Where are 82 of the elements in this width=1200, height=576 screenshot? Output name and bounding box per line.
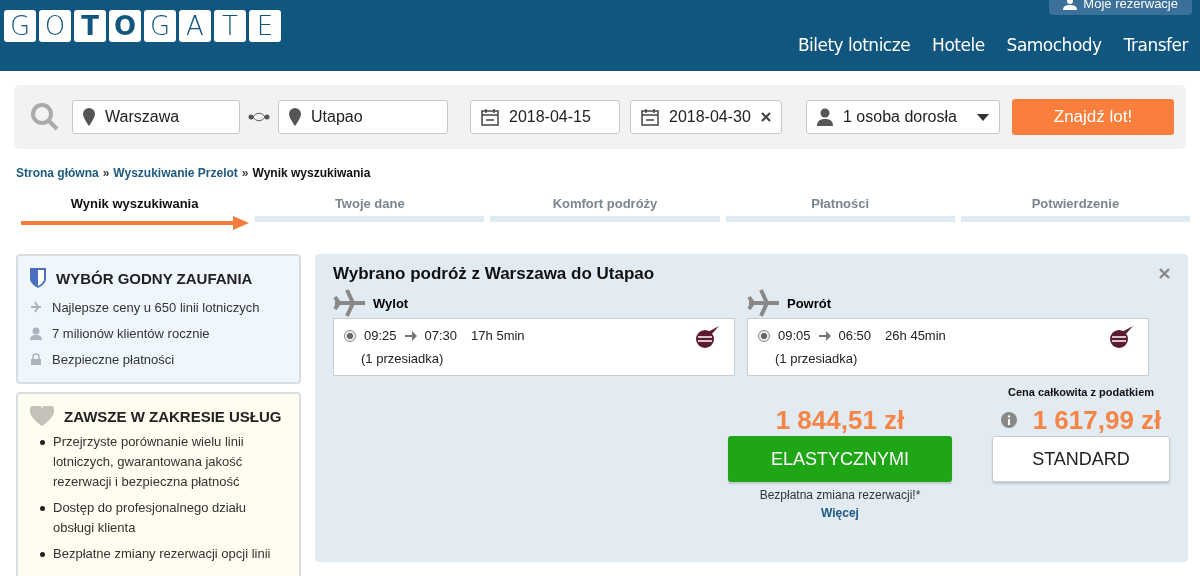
calendar-icon	[641, 108, 659, 126]
arrow-icon	[404, 330, 417, 341]
bullet-icon	[40, 440, 45, 445]
progress-step: Wynik wyszukiwania	[70, 196, 199, 211]
standard-fare-button[interactable]: STANDARD	[992, 436, 1170, 482]
flight-card[interactable]: 09:05 06:50 26h 45min (1 przesiadka)	[747, 318, 1149, 376]
progress-step: Płatności	[811, 196, 870, 211]
origin-field[interactable]: Warszawa	[72, 100, 240, 134]
logo-letter-tile: E	[249, 10, 281, 42]
fare-note: Bezpłatna zmiana rezerwacji!*	[759, 488, 921, 502]
service-item: Dostęp do profesjonalnego działu obsługi klienta	[53, 499, 247, 537]
breadcrumb-link[interactable]: Wyszukiwanie Przelot	[113, 166, 238, 180]
search-icon	[30, 102, 60, 132]
logo-letter-tile: G	[144, 10, 176, 42]
person-icon	[817, 108, 833, 126]
logo-letter-tile: A	[179, 10, 211, 42]
plane-icon	[333, 288, 367, 318]
heart-icon	[30, 406, 54, 426]
nav-link[interactable]: Transfer	[1123, 35, 1188, 55]
stops-text: (1 przesiadka)	[775, 351, 859, 366]
trust-item: Najlepsze ceny u 650 linii lotniczych	[52, 299, 260, 315]
logo-letter-tile: G	[4, 10, 36, 42]
panel-title: Wybrano podróż z Warszawa do Utapao	[333, 264, 655, 284]
plane-icon	[747, 288, 781, 318]
logo-letter-tile: T	[214, 10, 246, 42]
duration: 26h 45min	[885, 328, 946, 343]
nav-link[interactable]: Samochody	[1006, 35, 1102, 55]
total-price-label: Cena całkowita z podatkiem	[1007, 386, 1155, 400]
price: 1 617,99 zł	[1032, 404, 1162, 436]
breadcrumb-current[interactable]: Wynik wyszukiwania	[252, 166, 371, 180]
airline-logo-icon	[694, 325, 720, 349]
arrival-time: 06:50	[838, 328, 872, 343]
breadcrumb-link[interactable]: Strona główna	[16, 166, 99, 180]
service-item: Przejrzyste porównanie wielu linii lotniczych, gwarantowana jakość rezerwacji i bezpieczna płatność	[53, 433, 245, 491]
logo-letter-tile: T	[74, 10, 106, 42]
duration: 17h 5min	[471, 328, 525, 343]
logo-letter-tile: O	[39, 10, 71, 42]
plane-icon	[30, 301, 42, 313]
return-date-field[interactable]: 2018-04-30	[630, 100, 782, 134]
departure-time: 09:25	[364, 328, 397, 343]
shield-icon	[30, 268, 46, 288]
service-item: Bezpłatne zmiany rezerwacji opcji linii	[53, 545, 271, 563]
swap-icon	[248, 110, 270, 124]
radio-button[interactable]	[758, 329, 770, 342]
card-title: WYBÓR GODNY ZAUFANIA	[56, 269, 253, 287]
radio-button[interactable]	[344, 329, 356, 342]
close-icon[interactable]	[1159, 268, 1170, 279]
lock-icon	[30, 353, 42, 365]
leg-label: Wylot	[373, 295, 409, 311]
departure-time: 09:05	[778, 328, 811, 343]
clear-icon[interactable]	[761, 112, 771, 122]
calendar-icon	[481, 108, 499, 126]
trust-item: Bezpieczne płatności	[52, 351, 175, 367]
person-icon	[30, 326, 42, 340]
breadcrumb-separator: »	[241, 166, 249, 180]
caret-icon	[977, 113, 989, 121]
stops-text: (1 przesiadka)	[361, 351, 445, 366]
departure-date-field[interactable]: 2018-04-15	[470, 100, 620, 134]
progress-step: Potwierdzenie	[1031, 196, 1120, 211]
nav-link[interactable]: Bilety lotnicze	[797, 35, 911, 55]
bullet-icon	[40, 552, 45, 557]
trust-item: 7 milionów klientów rocznie	[52, 325, 210, 341]
logo-letter-tile: O	[109, 10, 141, 42]
map-pin-icon	[83, 108, 95, 126]
arrow-icon	[818, 330, 831, 341]
progress-step: Komfort podróży	[552, 196, 658, 211]
bullet-icon	[40, 506, 45, 511]
arrival-time: 07:30	[424, 328, 458, 343]
flight-card[interactable]: 09:25 07:30 17h 5min (1 przesiadka)	[333, 318, 735, 376]
destination-field[interactable]: Utapao	[278, 100, 448, 134]
nav-link[interactable]: Hotele	[932, 35, 985, 55]
leg-label: Powrót	[787, 295, 832, 311]
card-title: ZAWSZE W ZAKRESIE USŁUG	[64, 407, 282, 425]
breadcrumb-separator: »	[102, 166, 110, 180]
passengers-dropdown[interactable]: 1 osoba dorosła	[806, 100, 1000, 134]
more-link[interactable]: Więcej	[821, 506, 859, 520]
map-pin-icon	[289, 108, 301, 126]
progress-step: Twoje dane	[334, 196, 405, 211]
info-icon[interactable]	[1000, 412, 1017, 428]
price: 1 844,51 zł	[775, 404, 905, 436]
airline-logo-icon	[1108, 325, 1134, 349]
person-icon	[1063, 0, 1078, 10]
